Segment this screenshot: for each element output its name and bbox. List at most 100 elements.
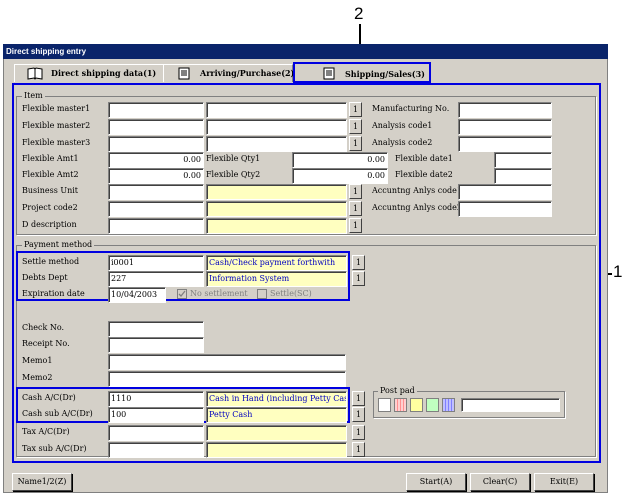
cash-ac-lookup-button[interactable]: 1 — [352, 391, 365, 406]
flexible-date1-input[interactable] — [494, 152, 552, 168]
tab-arriving-purchase[interactable]: Arriving/Purchase(2) — [163, 64, 294, 82]
analysis-code1-input[interactable] — [458, 119, 552, 135]
d-description-label: D description — [22, 220, 77, 229]
flexible-amt1-label: Flexible Amt1 — [22, 154, 79, 163]
flexible-amt2-label: Flexible Amt2 — [22, 170, 79, 179]
flexible-master2-name-field — [206, 119, 347, 135]
tab-direct-shipping-data[interactable]: Direct shipping data(1) — [14, 64, 164, 82]
name-toggle-button[interactable]: Name1/2(Z) — [12, 473, 72, 491]
expiration-date-input[interactable]: 10/04/2003 — [108, 287, 166, 303]
tax-ac-lookup-button[interactable]: 1 — [352, 425, 365, 440]
business-unit-label: Business Unit — [22, 186, 79, 195]
business-unit-code-input[interactable] — [108, 184, 204, 200]
accntng-anlys-code2-input[interactable] — [458, 201, 552, 217]
flexible-master2-label: Flexible master2 — [22, 121, 91, 130]
clear-button[interactable]: Clear(C) — [470, 473, 530, 491]
settle-method-lookup-button[interactable]: 1 — [352, 255, 365, 270]
debts-dept-name-field: Information System — [206, 271, 347, 287]
tax-sub-ac-lookup-button[interactable]: 1 — [352, 442, 365, 457]
receipt-no-input[interactable] — [108, 337, 204, 353]
analysis-code2-input[interactable] — [458, 136, 552, 152]
check-no-label: Check No. — [22, 323, 65, 332]
start-button[interactable]: Start(A) — [406, 473, 466, 491]
tab-label: Direct shipping data(1) — [51, 68, 157, 78]
memo2-input[interactable] — [108, 371, 346, 387]
flexible-master3-code-input[interactable] — [108, 136, 204, 152]
window-title: Direct shipping entry — [3, 44, 608, 59]
debts-dept-lookup-button[interactable]: 1 — [352, 271, 365, 286]
cash-sub-ac-code-input[interactable]: 100 — [108, 407, 204, 423]
settle-sc-checkbox[interactable] — [257, 289, 267, 299]
flexible-master3-name-field — [206, 136, 347, 152]
expiration-date-label: Expiration date — [22, 289, 85, 298]
business-unit-name-field — [206, 184, 347, 200]
post-pad-yellow-swatch[interactable] — [410, 398, 423, 412]
item-group-title: Item — [22, 91, 45, 101]
tax-sub-ac-label: Tax sub A/C(Dr) — [22, 444, 87, 453]
project-code2-lookup-button[interactable]: 1 — [349, 201, 362, 216]
d-description-name-field — [206, 218, 347, 234]
flexible-amt2-input[interactable]: 0.00 — [108, 168, 204, 184]
tax-ac-name-field — [206, 425, 347, 441]
settle-method-code-input[interactable]: i0001 — [108, 255, 204, 271]
memo1-label: Memo1 — [22, 356, 53, 365]
tax-ac-code-input[interactable] — [108, 425, 204, 441]
cash-ac-label: Cash A/C(Dr) — [22, 393, 76, 402]
post-pad-text-input[interactable] — [461, 398, 560, 412]
tax-ac-label: Tax A/C(Dr) — [22, 427, 70, 436]
flexible-master1-label: Flexible master1 — [22, 104, 91, 113]
flexible-date2-input[interactable] — [494, 168, 552, 184]
settle-method-label: Settle method — [22, 257, 80, 266]
post-pad-label: Post pad — [378, 386, 417, 396]
debts-dept-code-input[interactable]: 227 — [108, 271, 204, 287]
d-description-lookup-button[interactable]: 1 — [349, 218, 362, 233]
accntng-anlys-code2-label: Accuntng Anlys code2 — [372, 203, 462, 212]
project-code2-code-input[interactable] — [108, 201, 204, 217]
d-description-code-input[interactable] — [108, 218, 204, 234]
tax-sub-ac-code-input[interactable] — [108, 442, 204, 458]
flexible-amt1-input[interactable]: 0.00 — [108, 152, 204, 168]
flexible-master2-lookup-button[interactable]: 1 — [349, 119, 362, 134]
flexible-qty2-input[interactable]: 0.00 — [292, 168, 388, 184]
document-icon — [321, 67, 337, 80]
post-pad-blue-swatch[interactable] — [442, 398, 455, 412]
flexible-qty2-label: Flexible Qty2 — [206, 170, 261, 179]
flexible-qty1-label: Flexible Qty1 — [206, 154, 261, 163]
business-unit-lookup-button[interactable]: 1 — [349, 184, 362, 199]
callout-2: 2 — [354, 4, 364, 23]
receipt-no-label: Receipt No. — [22, 339, 70, 348]
memo2-label: Memo2 — [22, 373, 53, 382]
settle-method-name-field: Cash/Check payment forthwith — [206, 255, 347, 271]
book-icon — [27, 67, 43, 80]
analysis-code1-label: Analysis code1 — [372, 121, 433, 130]
cash-sub-ac-lookup-button[interactable]: 1 — [352, 407, 365, 422]
flexible-master1-lookup-button[interactable]: 1 — [349, 102, 362, 117]
cash-ac-code-input[interactable]: 1110 — [108, 391, 204, 407]
manufacturing-no-input[interactable] — [458, 102, 552, 118]
check-no-input[interactable] — [108, 321, 204, 337]
no-settlement-label: No settlement — [190, 289, 248, 298]
post-pad-white-swatch[interactable] — [378, 398, 391, 412]
tab-label: Shipping/Sales(3) — [345, 69, 425, 79]
cash-sub-ac-label: Cash sub A/C(Dr) — [22, 409, 93, 418]
flexible-qty1-input[interactable]: 0.00 — [292, 152, 388, 168]
flexible-master2-code-input[interactable] — [108, 119, 204, 135]
flexible-master3-lookup-button[interactable]: 1 — [349, 136, 362, 151]
payment-method-group-title: Payment method — [22, 240, 95, 250]
post-pad-red-swatch[interactable] — [394, 398, 407, 412]
project-code2-name-field — [206, 201, 347, 217]
tab-shipping-sales[interactable]: Shipping/Sales(3) — [293, 62, 431, 83]
flexible-master3-label: Flexible master3 — [22, 138, 91, 147]
analysis-code2-label: Analysis code2 — [372, 138, 433, 147]
flexible-date2-label: Flexible date2 — [395, 170, 453, 179]
post-pad-green-swatch[interactable] — [426, 398, 439, 412]
exit-button[interactable]: Exit(E) — [534, 473, 594, 491]
accntng-anlys-code1-input[interactable] — [458, 184, 552, 200]
memo1-input[interactable] — [108, 354, 346, 370]
settle-sc-label: Settle(SC) — [270, 289, 312, 298]
no-settlement-checkbox[interactable] — [177, 289, 187, 299]
document-icon — [176, 67, 192, 80]
flexible-master1-code-input[interactable] — [108, 102, 204, 118]
flexible-date1-label: Flexible date1 — [395, 154, 453, 163]
tax-sub-ac-name-field — [206, 442, 347, 458]
